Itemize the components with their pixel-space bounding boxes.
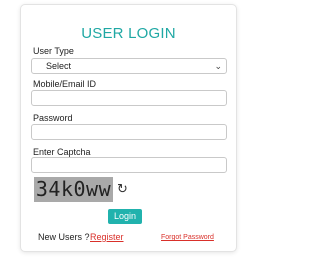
captcha-input[interactable] bbox=[31, 157, 227, 173]
forgot-password-link[interactable]: Forgot Password bbox=[161, 234, 214, 241]
refresh-icon[interactable]: ↻ bbox=[117, 181, 128, 197]
user-type-label: User Type bbox=[33, 46, 74, 56]
user-type-select[interactable]: Select ⌄ bbox=[31, 58, 227, 74]
login-title: USER LOGIN bbox=[81, 25, 176, 42]
password-label: Password bbox=[33, 113, 73, 123]
register-link[interactable]: Register bbox=[90, 232, 124, 242]
chevron-down-icon: ⌄ bbox=[214, 61, 222, 71]
user-type-selected: Select bbox=[46, 61, 72, 71]
password-input[interactable] bbox=[31, 124, 227, 140]
captcha-label: Enter Captcha bbox=[33, 147, 91, 157]
login-button[interactable]: Login bbox=[108, 209, 142, 224]
mobile-email-input[interactable] bbox=[31, 90, 227, 106]
new-users-text: New Users ? bbox=[38, 232, 90, 242]
mobile-email-label: Mobile/Email ID bbox=[33, 79, 97, 89]
captcha-image: 34k0ww bbox=[34, 177, 113, 202]
login-card: USER LOGIN User Type Select ⌄ Mobile/Ema… bbox=[20, 4, 237, 252]
